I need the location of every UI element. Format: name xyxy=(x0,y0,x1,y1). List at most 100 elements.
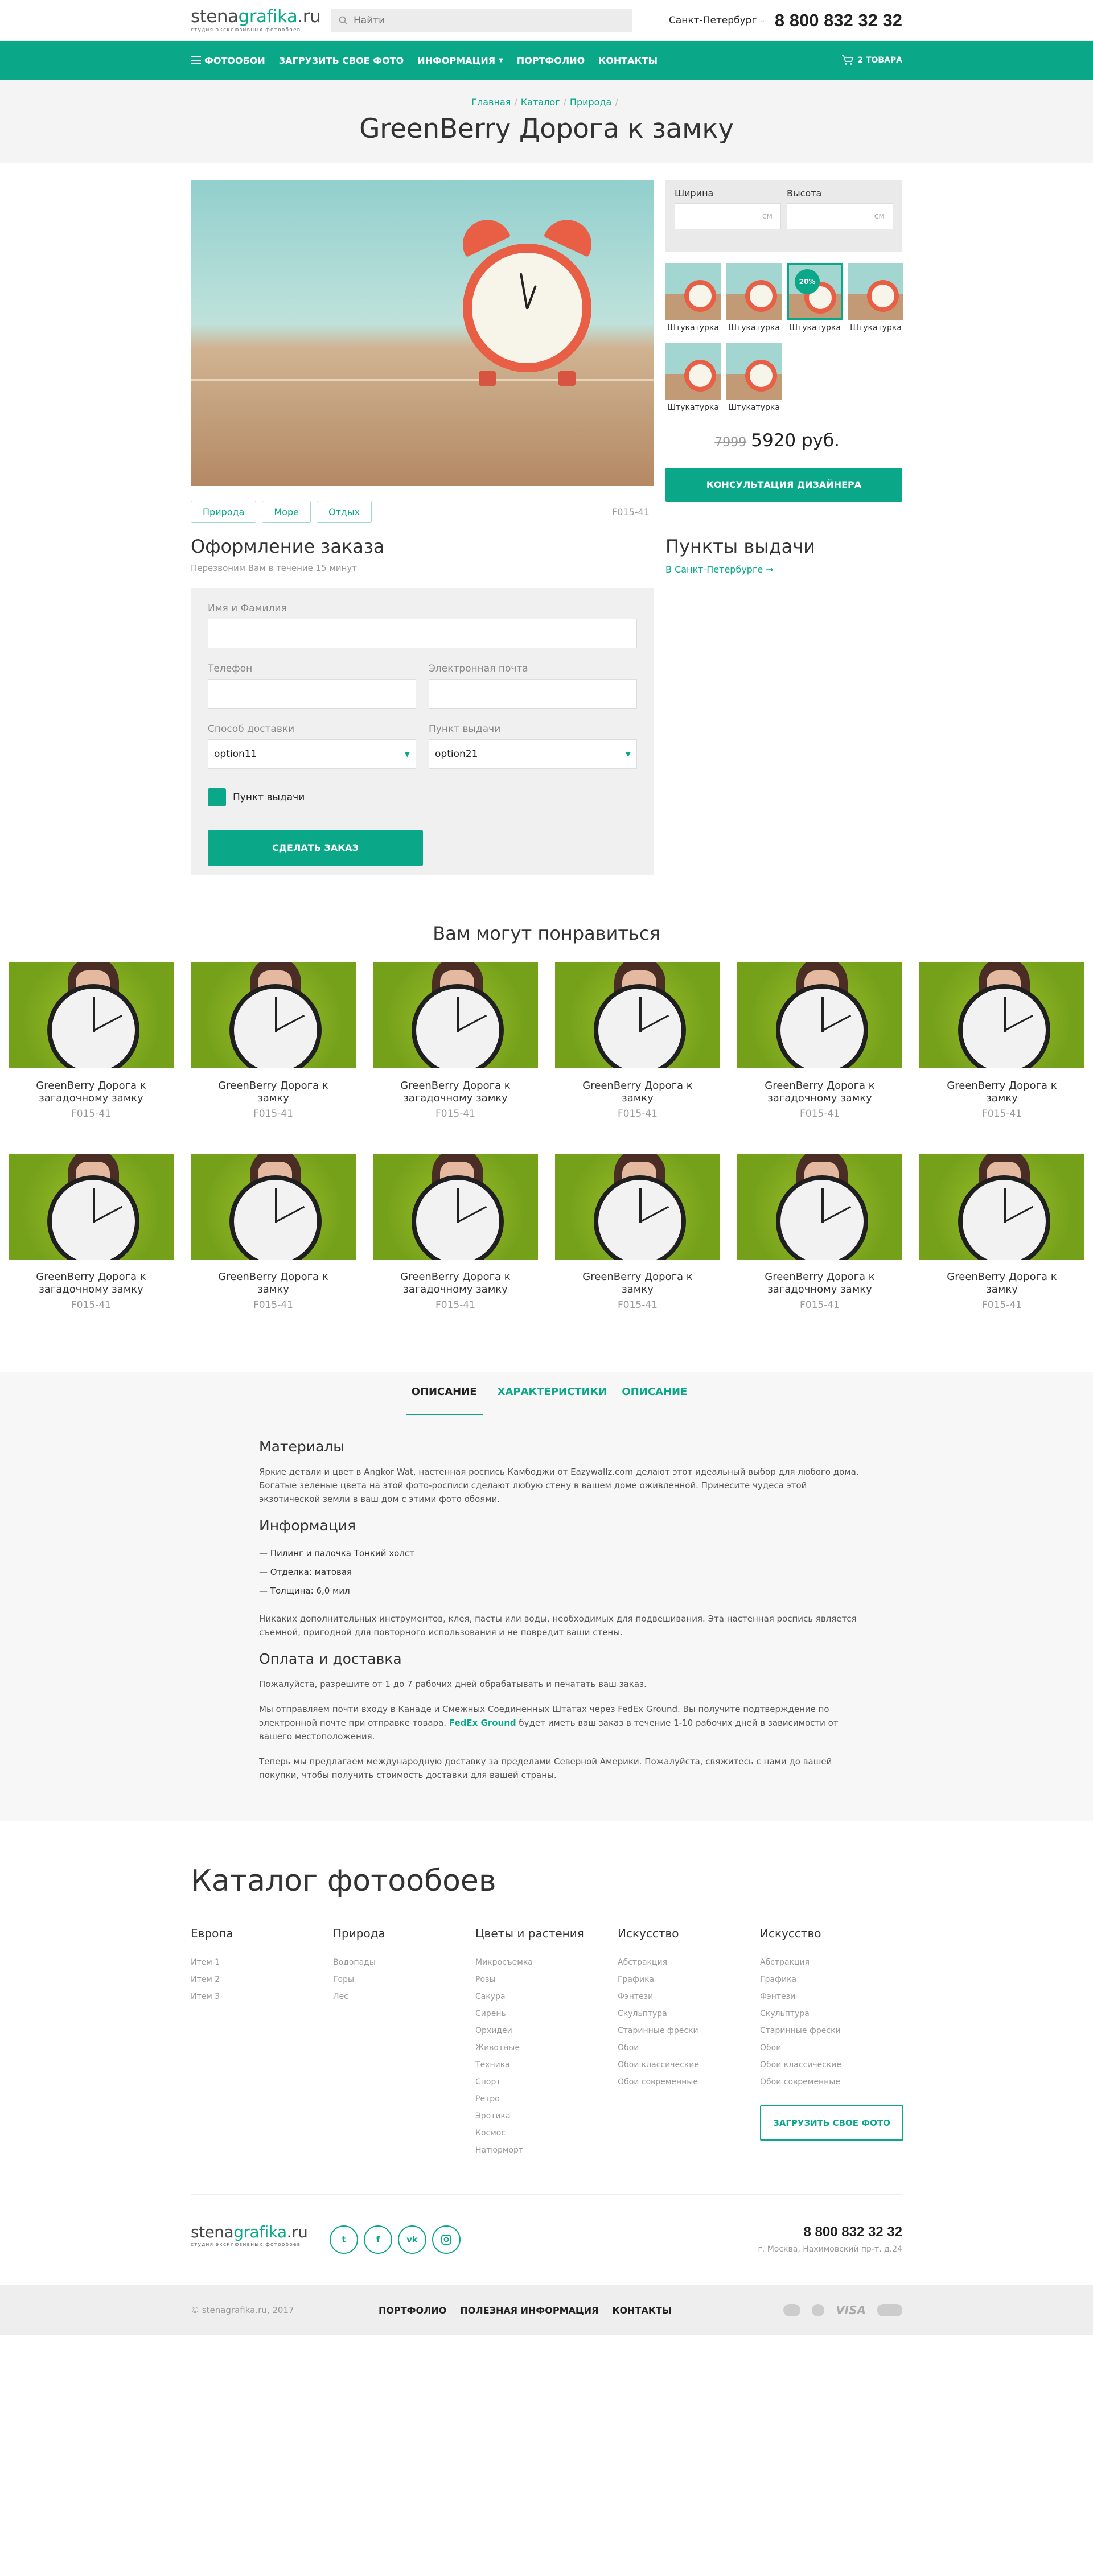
product-card[interactable]: GreenBerry Дорога к загадочному замку F01… xyxy=(737,1154,902,1345)
product-card[interactable]: GreenBerry Дорога к замку F015-41 xyxy=(919,1154,1084,1345)
texture-swatch-selected[interactable]: 20% Штукатурка xyxy=(787,263,843,332)
footer-link-contacts[interactable]: КОНТАКТЫ xyxy=(612,2305,671,2316)
product-card[interactable]: GreenBerry Дорога к замку F015-41 xyxy=(555,1154,720,1345)
catalog-link[interactable]: Водопады xyxy=(333,1954,475,1971)
catalog-link[interactable]: Орхидеи xyxy=(475,2022,618,2039)
catalog-link[interactable]: Сакура xyxy=(475,1988,618,2005)
pickup-city-link[interactable]: В Санкт-Петербурге → xyxy=(665,564,774,575)
pickup-select[interactable]: option21 ▼ xyxy=(429,739,637,769)
catalog-link[interactable]: Лес xyxy=(333,1988,475,2005)
delivery-select[interactable]: option11 ▼ xyxy=(208,739,416,769)
checkbox-box[interactable] xyxy=(208,788,226,806)
catalog-column-heading[interactable]: Искусство xyxy=(760,1927,902,1940)
product-card[interactable]: GreenBerry Дорога к замку F015-41 xyxy=(191,1154,356,1345)
product-card-image[interactable] xyxy=(555,962,720,1068)
product-card-image[interactable] xyxy=(9,962,174,1068)
catalog-link[interactable]: Горы xyxy=(333,1971,475,1988)
product-card-image[interactable] xyxy=(191,962,356,1068)
catalog-column-heading[interactable]: Европа xyxy=(191,1927,333,1940)
breadcrumb-item[interactable]: Главная xyxy=(471,97,511,108)
upload-photo-button[interactable]: ЗАГРУЗИТЬ СВОЕ ФОТО xyxy=(760,2105,903,2141)
footer-logo[interactable]: stenagrafika.ru студия эксклюзивных фото… xyxy=(191,2224,319,2248)
product-card[interactable]: GreenBerry Дорога к замку F015-41 xyxy=(919,962,1084,1154)
logo[interactable]: stenagrafika.ru студия эксклюзивных фото… xyxy=(191,8,321,34)
product-card-image[interactable] xyxy=(9,1154,174,1260)
catalog-link[interactable]: Обои классические xyxy=(760,2056,902,2073)
catalog-link[interactable]: Животные xyxy=(475,2039,618,2056)
catalog-link[interactable]: Обои xyxy=(618,2039,760,2056)
footer-phone[interactable]: 8 800 832 32 32 xyxy=(804,2224,903,2240)
header-phone[interactable]: 8 800 832 32 32 xyxy=(775,10,902,31)
vk-icon[interactable]: vk xyxy=(398,2225,426,2254)
product-card-title[interactable]: GreenBerry Дорога к загадочному замку xyxy=(9,1080,174,1105)
product-card-title[interactable]: GreenBerry Дорога к загадочному замку xyxy=(9,1271,174,1296)
catalog-column-heading[interactable]: Искусство xyxy=(618,1927,760,1940)
product-card-title[interactable]: GreenBerry Дорога к замку xyxy=(919,1080,1084,1105)
product-card[interactable]: GreenBerry Дорога к загадочному замку F01… xyxy=(373,962,538,1154)
search-input[interactable] xyxy=(354,15,615,26)
search-box[interactable] xyxy=(331,9,632,32)
product-card-title[interactable]: GreenBerry Дорога к замку xyxy=(555,1080,720,1105)
catalog-link[interactable]: Ретро xyxy=(475,2091,618,2108)
catalog-link[interactable]: Фэнтези xyxy=(760,1988,902,2005)
product-card-title[interactable]: GreenBerry Дорога к загадочному замку xyxy=(373,1080,538,1105)
product-card-image[interactable] xyxy=(373,1154,538,1260)
catalog-link[interactable]: Сирень xyxy=(475,2005,618,2022)
tab-description-2[interactable]: ОПИСАНИЕ xyxy=(622,1386,687,1415)
nav-item-info[interactable]: ИНФОРМАЦИЯ ▼ xyxy=(417,55,503,66)
catalog-link[interactable]: Итем 3 xyxy=(191,1988,333,2005)
catalog-link[interactable]: Техника xyxy=(475,2056,618,2073)
catalog-link[interactable]: Итем 2 xyxy=(191,1971,333,1988)
nav-item-contacts[interactable]: КОНТАКТЫ xyxy=(598,55,658,66)
catalog-link[interactable]: Скульптура xyxy=(760,2005,902,2022)
product-card-image[interactable] xyxy=(555,1154,720,1260)
catalog-column-heading[interactable]: Цветы и растения xyxy=(475,1927,618,1940)
texture-swatch[interactable]: Штукатурка xyxy=(665,263,721,332)
catalog-link[interactable]: Микросъемка xyxy=(475,1954,618,1971)
catalog-link[interactable]: Абстракция xyxy=(760,1954,902,1971)
cart-button[interactable]: 2 ТОВАРА xyxy=(841,55,902,65)
product-card-title[interactable]: GreenBerry Дорога к замку xyxy=(555,1271,720,1296)
product-card[interactable]: GreenBerry Дорога к замку F015-41 xyxy=(191,962,356,1154)
product-card-image[interactable] xyxy=(191,1154,356,1260)
catalog-link[interactable]: Спорт xyxy=(475,2073,618,2091)
catalog-link[interactable]: Космос xyxy=(475,2125,618,2142)
pickup-checkbox[interactable]: Пункт выдачи xyxy=(208,788,637,806)
footer-link-info[interactable]: ПОЛЕЗНАЯ ИНФОРМАЦИЯ xyxy=(460,2305,598,2316)
catalog-link[interactable]: Обои современные xyxy=(618,2073,760,2091)
texture-swatch[interactable]: Штукатурка xyxy=(848,263,903,332)
product-card-title[interactable]: GreenBerry Дорога к замку xyxy=(919,1271,1084,1296)
texture-swatch[interactable]: Штукатурка xyxy=(726,263,782,332)
phone-field[interactable] xyxy=(208,679,416,709)
catalog-link[interactable]: Фэнтези xyxy=(618,1988,760,2005)
catalog-link[interactable]: Эротика xyxy=(475,2108,618,2125)
catalog-column-heading[interactable]: Природа xyxy=(333,1927,475,1940)
product-card-title[interactable]: GreenBerry Дорога к загадочному замку xyxy=(737,1080,902,1105)
texture-swatch[interactable]: Штукатурка xyxy=(726,343,782,412)
catalog-link[interactable]: Обои современные xyxy=(760,2073,902,2091)
catalog-link[interactable]: Старинные фрески xyxy=(618,2022,760,2039)
product-card[interactable]: GreenBerry Дорога к загадочному замку F01… xyxy=(9,962,174,1154)
submit-order-button[interactable]: СДЕЛАТЬ ЗАКАЗ xyxy=(208,830,423,866)
product-card-image[interactable] xyxy=(919,962,1084,1068)
breadcrumb-item[interactable]: Природа xyxy=(570,97,611,108)
email-field[interactable] xyxy=(429,679,637,709)
catalog-link[interactable]: Графика xyxy=(618,1971,760,1988)
product-card-image[interactable] xyxy=(737,962,902,1068)
catalog-link[interactable]: Скульптура xyxy=(618,2005,760,2022)
catalog-link[interactable]: Обои классические xyxy=(618,2056,760,2073)
consult-button[interactable]: КОНСУЛЬТАЦИЯ ДИЗАЙНЕРА xyxy=(665,468,902,502)
product-card-title[interactable]: GreenBerry Дорога к загадочному замку xyxy=(373,1271,538,1296)
catalog-link[interactable]: Розы xyxy=(475,1971,618,1988)
tab-description[interactable]: ОПИСАНИЕ xyxy=(405,1386,483,1415)
catalog-link[interactable]: Абстракция xyxy=(618,1954,760,1971)
catalog-link[interactable]: Старинные фрески xyxy=(760,2022,902,2039)
catalog-link[interactable]: Натюрморт xyxy=(475,2142,618,2159)
product-card-title[interactable]: GreenBerry Дорога к замку xyxy=(191,1271,356,1296)
product-card-title[interactable]: GreenBerry Дорога к замку xyxy=(191,1080,356,1105)
product-card-image[interactable] xyxy=(737,1154,902,1260)
product-card[interactable]: GreenBerry Дорога к загадочному замку F01… xyxy=(737,962,902,1154)
tag[interactable]: Природа xyxy=(191,501,257,523)
breadcrumb-item[interactable]: Каталог xyxy=(521,97,560,108)
footer-link-portfolio[interactable]: ПОРТФОЛИО xyxy=(379,2305,446,2316)
